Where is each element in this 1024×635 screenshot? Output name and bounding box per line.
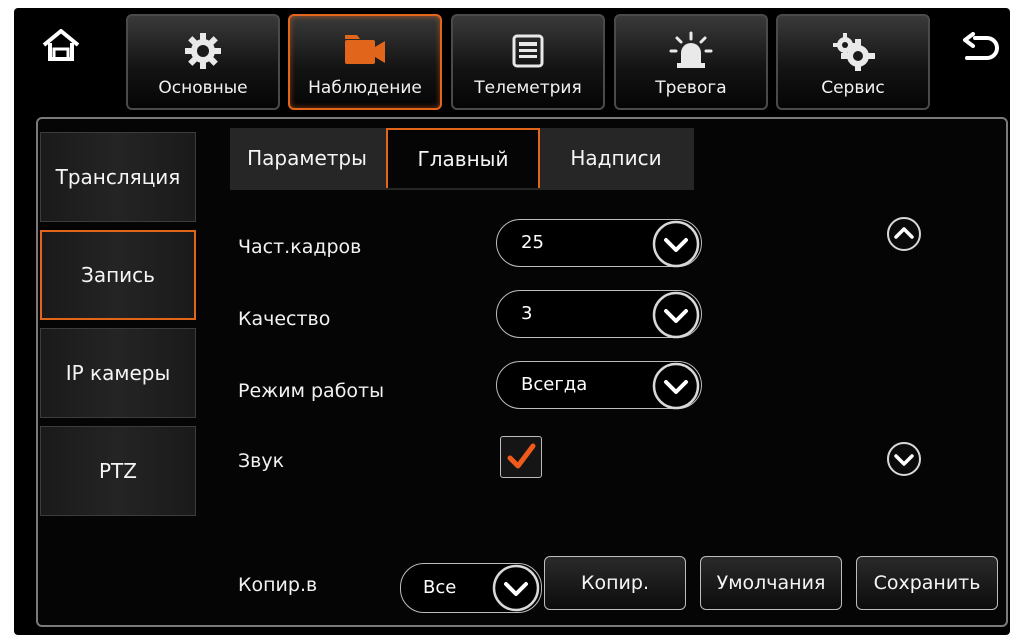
scroll-down-button[interactable] [886,441,922,477]
copy-to-select[interactable]: Все [400,563,542,613]
tab-alarm-label: Тревога [655,78,727,98]
mode-value: Всегда [521,374,588,395]
defaults-button[interactable]: Умолчания [700,556,842,610]
tab-telemetry[interactable]: Телеметрия [451,14,605,110]
side-tab-recording[interactable]: Запись [40,230,196,320]
home-button[interactable] [36,20,86,70]
video-camera-icon [341,30,389,72]
side-tab-streaming-label: Трансляция [55,165,181,189]
copy-button[interactable]: Копир. [544,556,686,610]
gear-icon [183,30,223,72]
copy-to-value: Все [423,577,457,598]
sound-checkbox[interactable] [500,436,542,478]
mode-label: Режим работы [238,380,385,402]
tab-service-label: Сервис [821,78,885,98]
sub-tab-captions[interactable]: Надписи [542,128,690,188]
tab-surveillance[interactable]: Наблюдение [288,14,442,110]
copy-to-label: Копир.в [238,574,318,596]
alarm-light-icon [669,30,713,72]
gears-icon [831,30,875,72]
mode-select[interactable]: Всегда [496,361,702,410]
chevron-down-icon [652,291,700,339]
side-tab-ip-cameras-label: IP камеры [65,361,171,385]
sub-tab-parameters-label: Параметры [247,146,367,170]
frame-rate-select[interactable]: 25 [496,219,702,268]
quality-label: Качество [238,308,331,330]
side-tab-ptz[interactable]: PTZ [40,426,196,516]
tab-alarm[interactable]: Тревога [614,14,768,110]
save-button-label: Сохранить [873,572,981,594]
document-icon [510,30,546,72]
tab-general[interactable]: Основные [126,14,280,110]
save-button[interactable]: Сохранить [856,556,998,610]
tab-surveillance-label: Наблюдение [308,78,422,98]
chevron-down-icon [492,564,540,612]
checkmark-icon [507,443,536,469]
side-tab-ip-cameras[interactable]: IP камеры [40,328,196,418]
tab-telemetry-label: Телеметрия [474,78,582,98]
defaults-button-label: Умолчания [716,572,826,594]
frame-rate-label: Част.кадров [238,236,362,258]
side-tab-recording-label: Запись [81,263,155,287]
side-tab-streaming[interactable]: Трансляция [40,132,196,222]
sound-label: Звук [238,450,285,472]
quality-select[interactable]: 3 [496,290,702,339]
tab-service[interactable]: Сервис [776,14,930,110]
sub-tab-main-label: Главный [417,147,509,171]
sub-tab-parameters[interactable]: Параметры [232,128,382,188]
chevron-down-icon [652,220,700,268]
frame-rate-value: 25 [521,232,544,253]
home-icon [42,29,80,61]
chevron-down-icon [652,362,700,410]
back-button[interactable] [956,26,1006,76]
quality-value: 3 [521,303,533,324]
scroll-up-button[interactable] [886,216,922,252]
tab-general-label: Основные [158,78,248,98]
back-arrow-icon [963,32,999,60]
sub-tab-main[interactable]: Главный [386,128,540,188]
copy-button-label: Копир. [581,572,649,594]
side-tab-ptz-label: PTZ [99,459,137,483]
sub-tab-captions-label: Надписи [570,146,662,170]
